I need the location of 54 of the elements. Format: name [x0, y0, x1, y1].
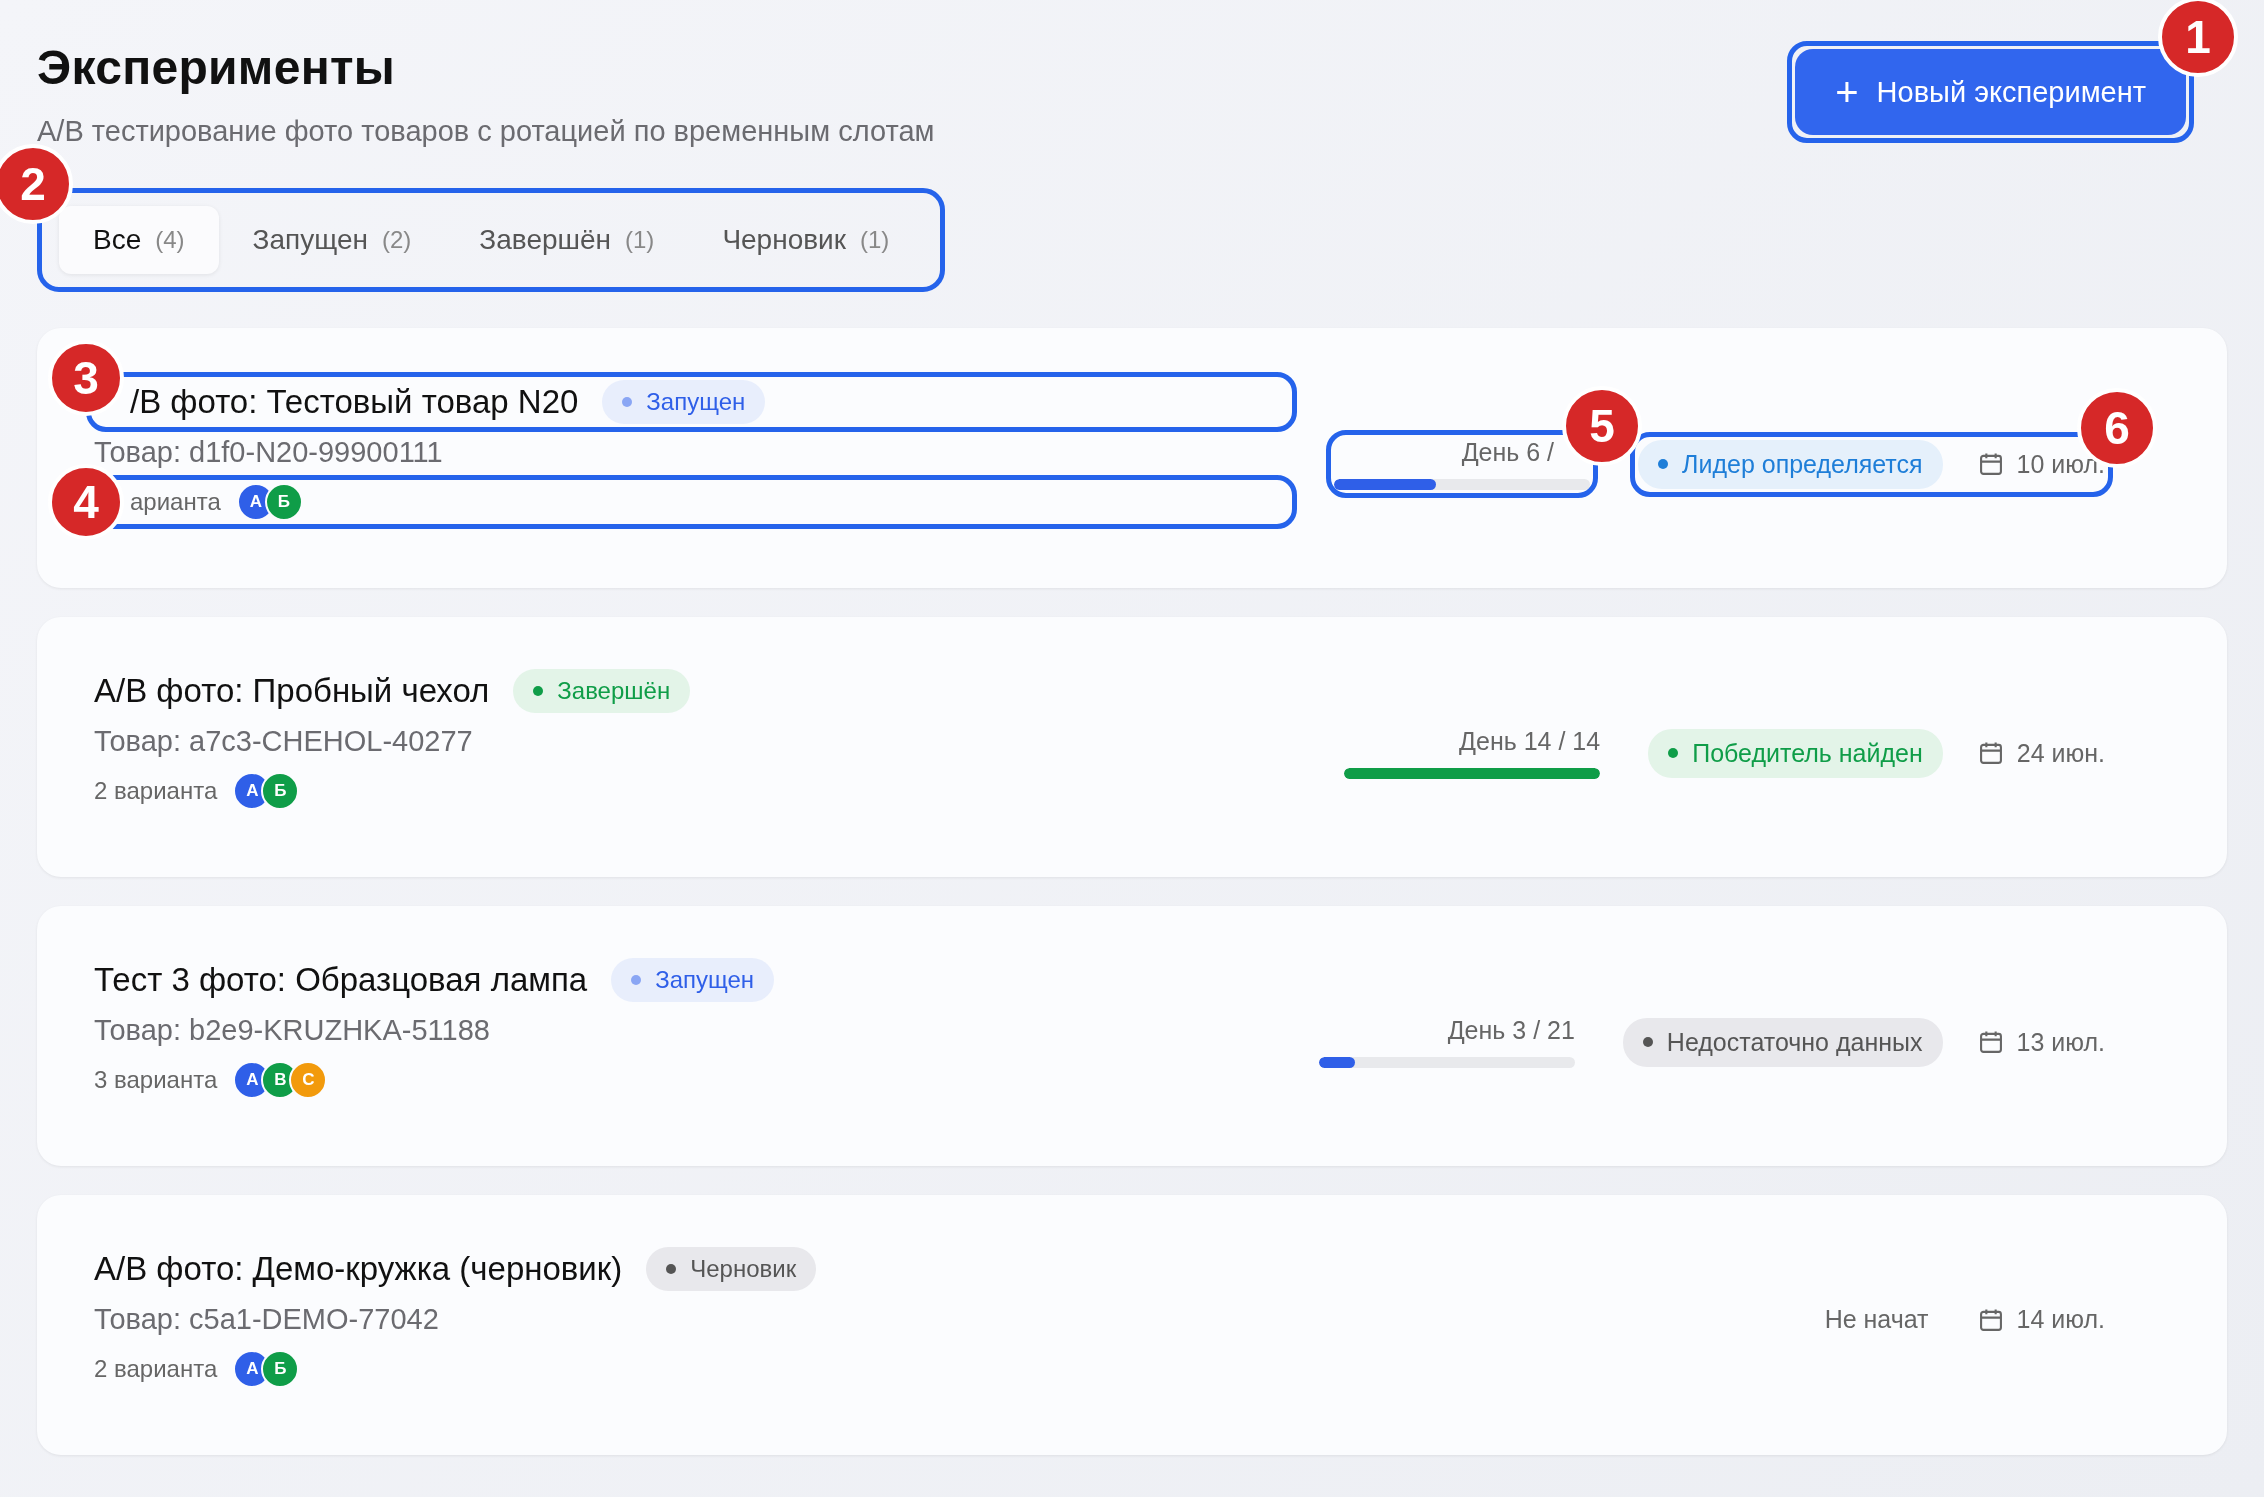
start-date: 13 июл.	[2016, 1027, 2105, 1057]
day-counter: День 3 / 21	[1447, 1016, 1575, 1045]
annotation-marker: 5	[1562, 386, 1643, 466]
status-badge: Завершён	[513, 669, 691, 713]
tab-count: (1)	[625, 226, 655, 254]
variant-avatar: Б	[261, 1350, 300, 1388]
tab-count: (4)	[155, 226, 185, 254]
variant-avatar: С	[289, 1061, 328, 1099]
experiment-card[interactable]: Тест 3 фото: Образцовая лампа Запущен Товар: b2e9-KRUZHKA-51188 3 варианта А В С День 3 / 21 Недостаточно данных 13 июл.	[37, 906, 2227, 1166]
experiment-card[interactable]: 3 /B фото: Тестовый товар N20 Запущен Товар: d1f0-N20-99900111 4 арианта А Б 5 День 6 / 6 Лидер определяется 10 июл.	[37, 328, 2227, 588]
experiment-card[interactable]: A/B фото: Пробный чехол Завершён Товар: a7c3-CHEHOL-40277 2 варианта А Б День 14 / 14 Победитель найден 24 июн.	[37, 617, 2227, 877]
result-badge: Лидер определяется	[1638, 439, 1943, 489]
variant-avatar: Б	[264, 483, 303, 521]
start-date: 10 июл.	[2016, 449, 2105, 479]
product-id: Товар: b2e9-KRUZHKA-51188	[94, 1014, 491, 1047]
experiment-card[interactable]: A/B фото: Демо-кружка (черновик) Черновик Товар: c5a1-DEMO-77042 2 варианта А Б Не начат 14 июл.	[37, 1195, 2227, 1455]
tab-label: Все	[93, 224, 142, 256]
tab-count: (2)	[382, 226, 412, 254]
result-badge: Недостаточно данных	[1622, 1017, 1943, 1067]
filter-tab[interactable]: Завершён (1)	[445, 206, 689, 274]
annotation-marker: 4	[48, 464, 124, 540]
day-counter: День 6 /	[1461, 438, 1555, 467]
new-experiment-button[interactable]: + Новый эксперимент	[1795, 49, 2186, 135]
filter-tab[interactable]: Черновик (1)	[688, 206, 924, 274]
experiment-title: Тест 3 фото: Образцовая лампа	[94, 961, 588, 999]
tab-label: Запущен	[252, 224, 368, 256]
filter-tab[interactable]: Все (4)	[59, 206, 219, 274]
start-date: 14 июл.	[2016, 1305, 2105, 1334]
product-id: Товар: a7c3-CHEHOL-40277	[94, 725, 474, 758]
experiment-title: A/B фото: Пробный чехол	[94, 672, 490, 710]
start-date: 24 июн.	[2016, 738, 2105, 768]
plus-icon: +	[1835, 72, 1859, 112]
variant-count: 3 варианта	[94, 1066, 218, 1094]
experiment-title: /B фото: Тестовый товар N20	[130, 383, 579, 421]
tab-label: Завершён	[479, 224, 612, 256]
status-badge: Черновик	[646, 1247, 817, 1291]
tab-label: Черновик	[722, 224, 846, 256]
result-badge: Победитель найден	[1648, 728, 1943, 778]
experiment-title: A/B фото: Демо-кружка (черновик)	[94, 1250, 623, 1288]
tab-count: (1)	[860, 226, 890, 254]
day-counter: День 14 / 14	[1459, 727, 1601, 756]
variant-avatar: Б	[261, 772, 300, 810]
status-badge: Запущен	[611, 958, 775, 1002]
product-id: Товар: c5a1-DEMO-77042	[94, 1303, 440, 1336]
variant-count: арианта	[130, 488, 221, 516]
page-title: Эксперименты	[37, 40, 397, 95]
annotation-marker: 2	[0, 144, 73, 224]
annotation-marker: 1	[2158, 0, 2238, 77]
variant-count: 2 варианта	[94, 1355, 218, 1383]
annotation-marker: 3	[48, 340, 124, 416]
variant-count: 2 варианта	[94, 777, 218, 805]
progress-status: Не начат	[1824, 1305, 1929, 1334]
filter-tab[interactable]: Запущен (2)	[218, 206, 446, 274]
status-badge: Запущен	[602, 380, 766, 424]
